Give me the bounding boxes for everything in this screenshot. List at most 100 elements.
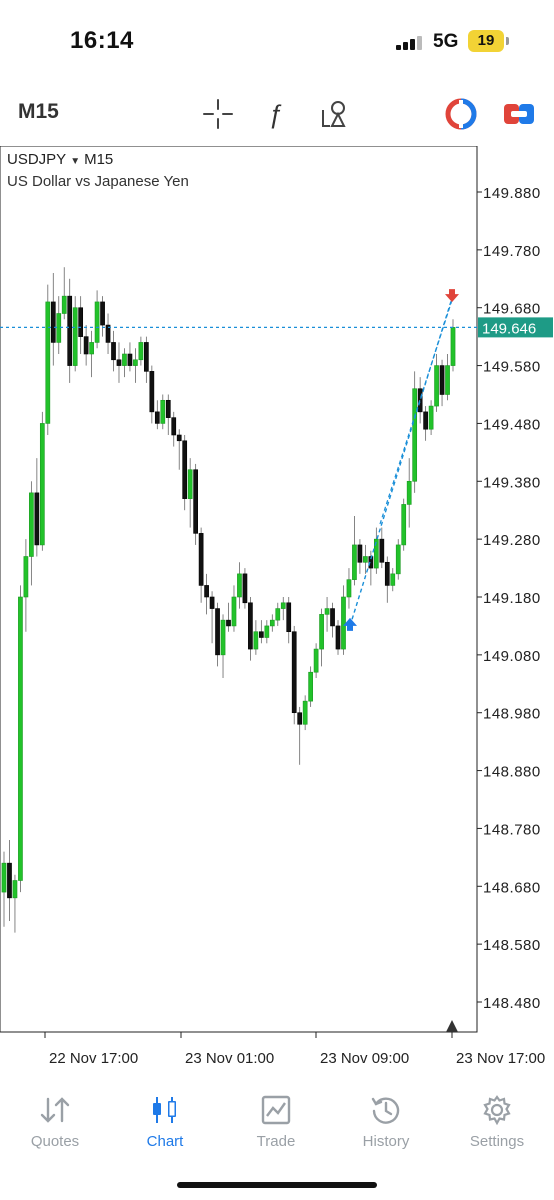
bull-candle [401,504,407,546]
price-label: 148.680 [483,879,541,896]
bull-candle [280,602,286,609]
bull-candle [253,631,259,650]
bear-candle [248,602,253,650]
tab-settings[interactable]: Settings [442,1093,552,1150]
time-label: 23 Nov 09:00 [320,1050,409,1067]
bottom-tab-bar: Quotes Chart Trade History Settings [0,1087,554,1157]
trade-panel-icon[interactable] [501,96,537,132]
bear-candle [297,712,303,725]
price-label: 149.380 [483,474,541,491]
bull-candle [395,544,401,575]
bear-candle [198,533,204,586]
bull-candle [94,301,100,343]
price-label: 149.180 [483,590,541,607]
tab-history[interactable]: History [331,1093,441,1150]
bull-candle [346,579,352,598]
bear-candle [423,411,428,430]
bull-candle [319,614,324,650]
bear-candle [176,434,182,442]
bull-candle [269,619,275,627]
tab-trade[interactable]: Trade [221,1093,331,1150]
tab-settings-label: Settings [469,1133,525,1150]
bull-candle [450,327,456,366]
bull-candle [122,353,127,366]
bear-candle [7,862,12,899]
bear-candle [209,596,215,609]
time-label: 22 Nov 17:00 [49,1050,138,1067]
crosshair-icon[interactable] [200,96,236,132]
objects-icon[interactable] [318,96,354,132]
bull-candle [341,596,346,650]
price-label: 149.880 [483,185,541,202]
price-label: 149.580 [483,359,541,376]
bull-candle [412,388,418,482]
tab-chart-label: Chart [146,1133,184,1150]
timeframe-button[interactable]: M15 [18,100,59,124]
bull-candle [72,307,78,366]
caret-down-icon: ▼ [70,156,81,167]
bull-candle [220,619,226,656]
battery-level: 19 [477,32,495,49]
current-price-value: 149.646 [482,320,536,337]
bull-candle [138,342,144,361]
tab-quotes[interactable]: Quotes [0,1093,110,1150]
bear-candle [330,608,335,627]
one-click-trading-icon[interactable] [443,96,479,132]
bear-candle [100,301,105,326]
price-label: 148.980 [483,706,541,723]
price-label: 149.080 [483,648,541,665]
tab-chart[interactable]: Chart [110,1093,220,1150]
symbol-header[interactable]: USDJPY ▼ M15 [7,151,113,168]
bull-candle [23,556,29,598]
bear-candle [34,492,40,546]
bull-candle [352,544,357,580]
time-label: 23 Nov 01:00 [185,1050,274,1067]
bull-candle [39,423,45,546]
battery-icon: 19 [468,30,504,52]
bull-candle [187,469,193,499]
bear-candle [193,469,198,534]
bull-candle [428,405,434,430]
bear-candle [242,573,248,604]
bull-candle [324,608,330,615]
bear-candle [127,353,133,366]
bear-candle [286,602,292,633]
price-label: 149.680 [483,301,541,318]
bear-candle [111,342,116,361]
svg-text:ƒ: ƒ [268,99,282,129]
trade-icon [221,1093,331,1127]
bull-candle [18,596,23,881]
chart-toolbar: M15 ƒ [0,88,554,140]
battery-tip [506,37,509,45]
bull-candle [363,556,368,563]
bear-candle [379,538,385,563]
tab-quotes-label: Quotes [30,1133,80,1150]
price-label: 148.480 [483,995,541,1012]
time-axis: 22 Nov 17:00 23 Nov 01:00 23 Nov 09:00 23 N… [44,1032,545,1067]
bear-candle [226,619,231,627]
function-icon[interactable]: ƒ [259,96,295,132]
bull-candle [445,365,450,395]
bull-candle [12,880,18,899]
quotes-icon [0,1093,110,1127]
signal-icon [396,36,426,50]
bear-candle [215,608,220,656]
bull-candle [308,671,313,702]
price-label: 148.780 [483,821,541,838]
bear-candle [78,307,84,337]
price-chart[interactable]: 149.880 149.780 149.680 149.580 149.480 149.3… [0,146,554,1086]
bull-candle [264,625,270,638]
status-time: 16:14 [70,27,134,54]
bull-candle [434,365,439,407]
bull-candle [29,492,34,557]
bull-candle [406,480,412,505]
bull-candle [237,573,242,598]
home-indicator [177,1182,377,1188]
bull-candle [302,700,308,725]
price-label: 148.880 [483,764,541,781]
bear-candle [50,301,56,343]
bull-candle [390,573,396,586]
bull-candle [275,608,281,621]
bull-candle [160,399,166,424]
symbol-description: US Dollar vs Japanese Yen [7,173,189,190]
